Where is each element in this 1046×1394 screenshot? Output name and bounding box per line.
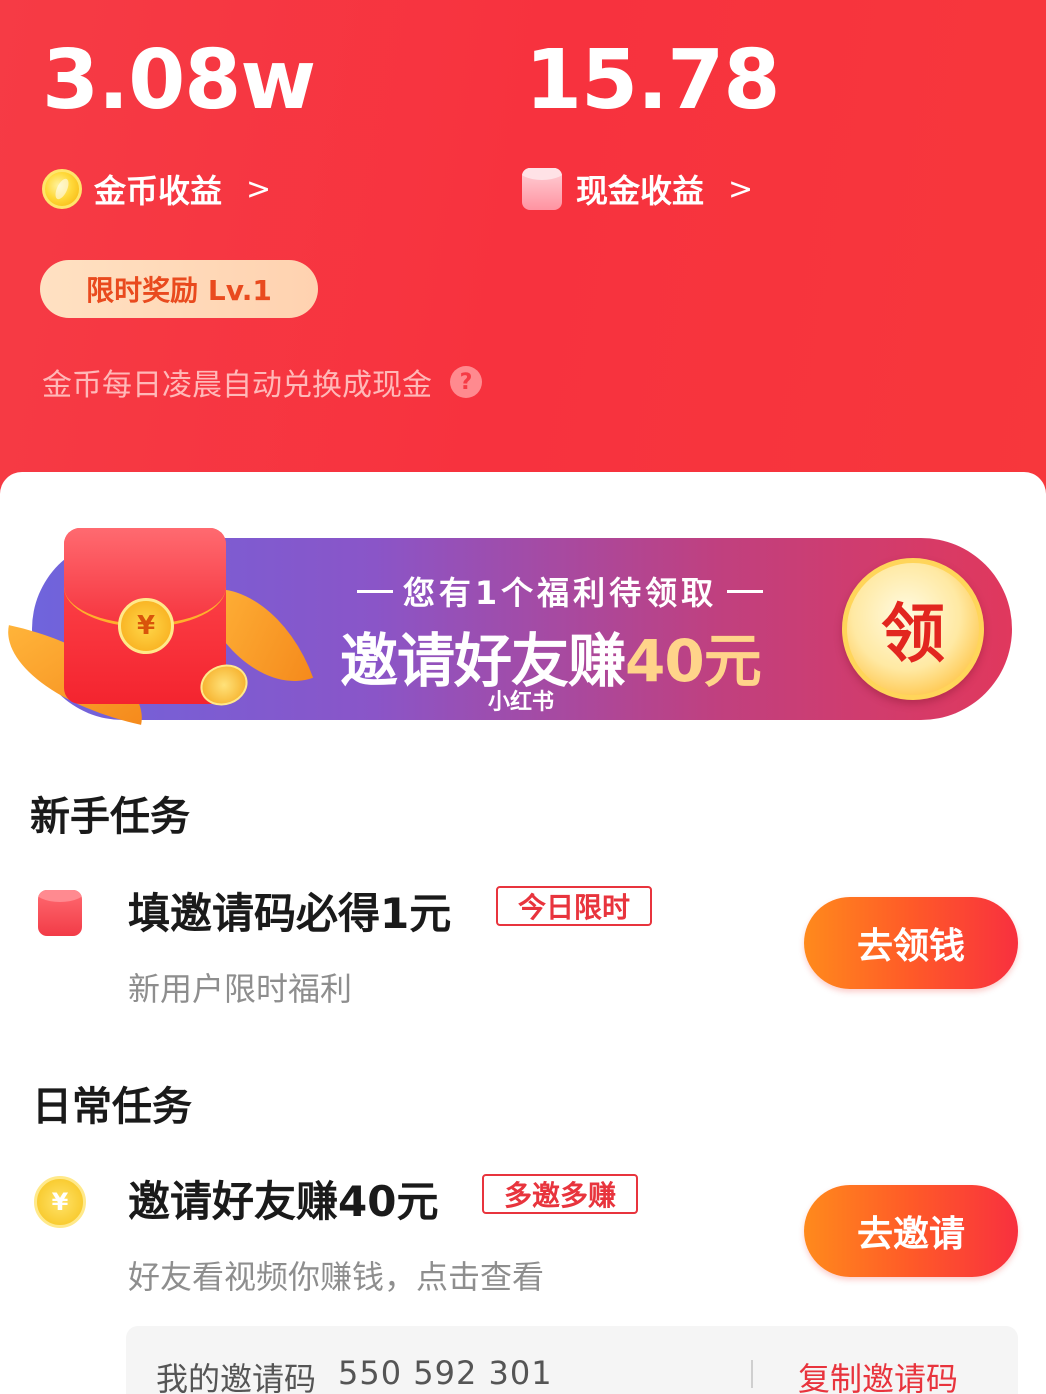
section-title-daily: 日常任务 [32, 1084, 192, 1130]
banner-subtitle: 您有1个福利待领取 [340, 568, 780, 614]
section-title-newbie: 新手任务 [30, 794, 190, 840]
watermark-logo: 小红书 [488, 690, 555, 715]
cash-envelope-icon [522, 168, 562, 210]
cash-earnings-label: 现金收益 [576, 172, 705, 210]
yuan-coin-icon: ¥ [118, 598, 174, 654]
task-subtitle[interactable]: 好友看视频你赚钱，点击查看 [128, 1252, 544, 1298]
reward-level-badge[interactable]: 限时奖励 Lv.1 [40, 260, 318, 318]
coins-earnings-value: 3.08w [42, 33, 316, 128]
coins-earnings-link[interactable]: 金币收益 > [42, 166, 271, 212]
invite-code-value: 550 592 301 [338, 1354, 553, 1392]
task-tag: 今日限时 [496, 886, 652, 926]
dash-decoration [356, 589, 393, 593]
claim-cash-button[interactable]: 去领钱 [804, 897, 1018, 989]
exchange-note-text: 金币每日凌晨自动兑换成现金 [42, 368, 432, 403]
dash-decoration [727, 589, 764, 593]
divider [751, 1360, 753, 1388]
task-title: 填邀请码必得1元 [128, 889, 452, 938]
cash-earnings-value: 15.78 [525, 33, 780, 128]
cash-envelope-icon [38, 890, 82, 936]
claim-button[interactable]: 领 [842, 558, 984, 700]
banner-headline-amount: 40元 [625, 627, 762, 695]
banner-headline-text: 邀请好友赚 [340, 627, 626, 695]
copy-invite-code-button[interactable]: 复制邀请码 [798, 1354, 958, 1394]
invite-button[interactable]: 去邀请 [804, 1185, 1018, 1277]
task-tag: 多邀多赚 [482, 1174, 638, 1214]
invite-code-label: 我的邀请码 [156, 1360, 317, 1394]
coins-earnings-label: 金币收益 [94, 172, 223, 210]
gold-coin-icon [42, 169, 82, 209]
cash-earnings-link[interactable]: 现金收益 > [522, 166, 753, 212]
banner-subtitle-text: 您有1个福利待领取 [402, 574, 718, 612]
exchange-note: 金币每日凌晨自动兑换成现金 ? [42, 360, 482, 404]
coin-icon: ¥ [34, 1176, 86, 1228]
help-icon[interactable]: ? [450, 366, 482, 398]
chevron-right-icon: > [728, 171, 754, 207]
task-subtitle: 新用户限时福利 [128, 970, 353, 1008]
chevron-right-icon: > [246, 171, 272, 207]
task-title: 邀请好友赚40元 [128, 1177, 439, 1226]
